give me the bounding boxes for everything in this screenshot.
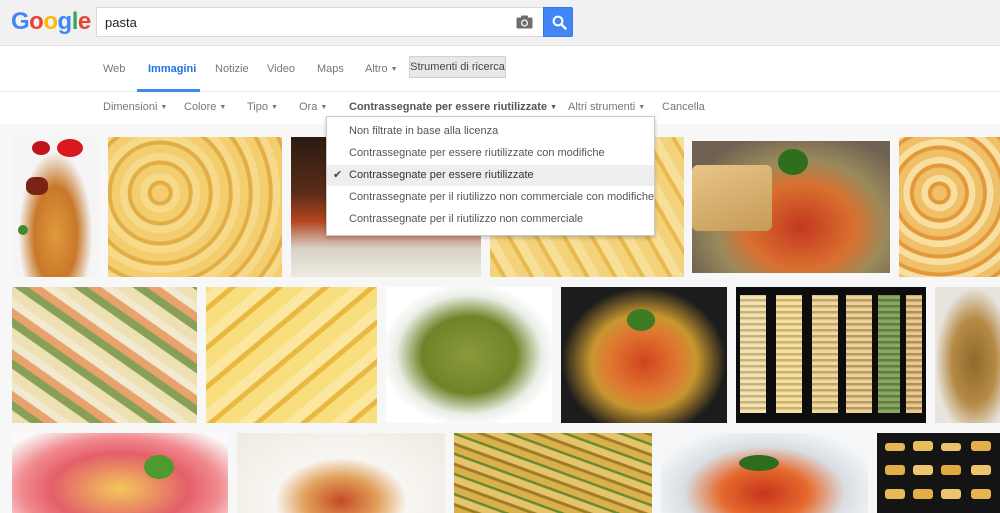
image-result[interactable] — [206, 287, 377, 423]
filter-type-label: Tipo — [247, 101, 268, 113]
search-icon — [552, 15, 567, 30]
dropdown-option-not-filtered[interactable]: Non filtrate in base alla licenza — [327, 121, 654, 142]
image-result[interactable] — [935, 287, 1000, 423]
filter-usage-rights[interactable]: Contrassegnate per essere riutilizzate ▼ — [349, 101, 557, 113]
dropdown-option-reuse[interactable]: ✔ Contrassegnate per essere riutilizzate — [327, 165, 654, 186]
image-result[interactable] — [12, 287, 197, 423]
logo-letter: e — [77, 8, 91, 35]
image-result[interactable] — [661, 433, 868, 513]
tab-news[interactable]: Notizie — [215, 63, 249, 75]
dropdown-option-noncommercial[interactable]: Contrassegnate per il riutilizzo non com… — [327, 209, 654, 230]
image-result[interactable] — [237, 433, 445, 513]
filter-size[interactable]: Dimensioni ▼ — [103, 101, 167, 113]
chevron-down-icon: ▼ — [271, 103, 278, 111]
image-result[interactable] — [12, 137, 99, 277]
logo-letter: o — [29, 8, 44, 35]
filter-size-label: Dimensioni — [103, 101, 158, 113]
search-tools-button[interactable]: Strumenti di ricerca — [409, 56, 506, 78]
google-logo[interactable]: Google — [11, 8, 91, 36]
filter-color[interactable]: Colore ▼ — [184, 101, 226, 113]
image-result[interactable] — [736, 287, 926, 423]
usage-rights-dropdown: Non filtrate in base alla licenza Contra… — [326, 116, 655, 236]
chevron-down-icon: ▼ — [320, 103, 328, 111]
dropdown-option-noncommercial-with-modification[interactable]: Contrassegnate per il riutilizzo non com… — [327, 187, 654, 208]
tab-web[interactable]: Web — [103, 63, 125, 75]
chevron-down-icon: ▼ — [160, 103, 168, 111]
filter-color-label: Colore — [184, 101, 217, 113]
tab-more[interactable]: Altro ▼ — [365, 63, 398, 75]
dropdown-option-reuse-with-modification[interactable]: Contrassegnate per essere riutilizzate c… — [327, 143, 654, 164]
filter-time[interactable]: Ora ▼ — [299, 101, 327, 113]
header-bar: Google pasta — [0, 0, 1000, 46]
image-result[interactable] — [692, 141, 890, 273]
logo-letter: o — [43, 8, 58, 35]
image-result[interactable] — [108, 137, 282, 277]
image-result[interactable] — [12, 433, 228, 513]
chevron-down-icon: ▼ — [550, 103, 558, 111]
image-result[interactable] — [877, 433, 1000, 513]
filter-usage-rights-label: Contrassegnate per essere riutilizzate — [349, 101, 548, 113]
filter-type[interactable]: Tipo ▼ — [247, 101, 278, 113]
tab-maps[interactable]: Maps — [317, 63, 344, 75]
camera-icon[interactable] — [516, 15, 533, 29]
logo-letter: g — [57, 8, 73, 35]
image-result[interactable] — [454, 433, 652, 513]
tab-more-label: Altro — [365, 63, 388, 75]
chevron-down-icon: ▼ — [638, 103, 646, 111]
chevron-down-icon: ▼ — [219, 103, 227, 111]
filter-more-tools-label: Altri strumenti — [568, 101, 636, 113]
search-query-text: pasta — [105, 15, 137, 30]
tab-images[interactable]: Immagini — [148, 63, 196, 75]
image-result[interactable] — [899, 137, 1000, 277]
search-input[interactable]: pasta — [96, 7, 543, 37]
check-icon: ✔ — [333, 169, 343, 181]
filter-clear-button[interactable]: Cancella — [662, 101, 705, 113]
logo-letter: G — [11, 8, 30, 35]
chevron-down-icon: ▼ — [390, 65, 398, 73]
filter-more-tools[interactable]: Altri strumenti ▼ — [568, 101, 645, 113]
image-result[interactable] — [561, 287, 727, 423]
dropdown-option-reuse-label: Contrassegnate per essere riutilizzate — [349, 169, 534, 181]
filter-time-label: Ora — [299, 101, 318, 113]
image-result[interactable] — [386, 287, 552, 423]
search-button[interactable] — [543, 7, 573, 37]
tab-video[interactable]: Video — [267, 63, 295, 75]
